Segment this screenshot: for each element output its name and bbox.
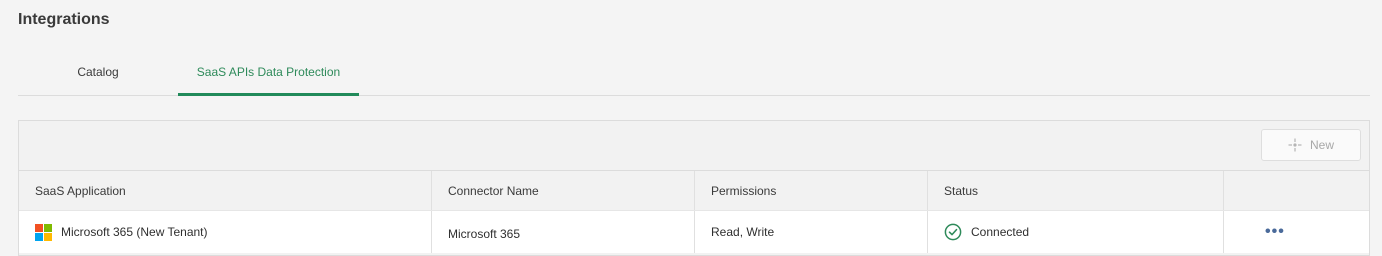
column-header-actions [1224, 171, 1369, 210]
connector-name: Microsoft 365 [448, 227, 521, 241]
column-header-connector-name[interactable]: Connector Name [432, 171, 695, 210]
check-circle-icon [944, 223, 962, 241]
status-text: Connected [971, 225, 1030, 239]
column-header-permissions[interactable]: Permissions [695, 171, 928, 210]
column-header-saas-application[interactable]: SaaS Application [19, 171, 432, 210]
cell-saas-application: Microsoft 365 (New Tenant) [19, 211, 432, 253]
sparkle-plus-icon [1288, 138, 1302, 152]
cell-status: Connected [928, 211, 1224, 253]
cell-actions: ••• [1224, 211, 1369, 253]
new-button-label: New [1309, 138, 1334, 152]
new-button[interactable]: New [1261, 129, 1361, 161]
more-horizontal-icon[interactable]: ••• [1265, 223, 1285, 241]
table-toolbar: New [19, 121, 1369, 171]
tab-bar: Catalog SaaS APIs Data Protection [18, 56, 1370, 96]
application-name: Microsoft 365 (New Tenant) [61, 225, 208, 239]
cell-permissions: Read, Write [695, 211, 928, 253]
table-row[interactable]: Microsoft 365 (New Tenant) Microsoft 365… [19, 211, 1369, 253]
cell-connector-name: Microsoft 365 [432, 211, 695, 253]
tab-saas-apis-data-protection[interactable]: SaaS APIs Data Protection [178, 56, 359, 96]
microsoft-logo-icon [35, 223, 52, 241]
tab-catalog[interactable]: Catalog [18, 56, 178, 95]
permissions-value: Read, Write [711, 225, 775, 239]
page-title: Integrations [18, 11, 110, 28]
connectors-table: SaaS Application Connector Name Permissi… [19, 171, 1369, 253]
column-header-status[interactable]: Status [928, 171, 1224, 210]
table-header-row: SaaS Application Connector Name Permissi… [19, 171, 1369, 211]
connectors-panel: New SaaS Application Connector Name Perm… [18, 120, 1370, 256]
